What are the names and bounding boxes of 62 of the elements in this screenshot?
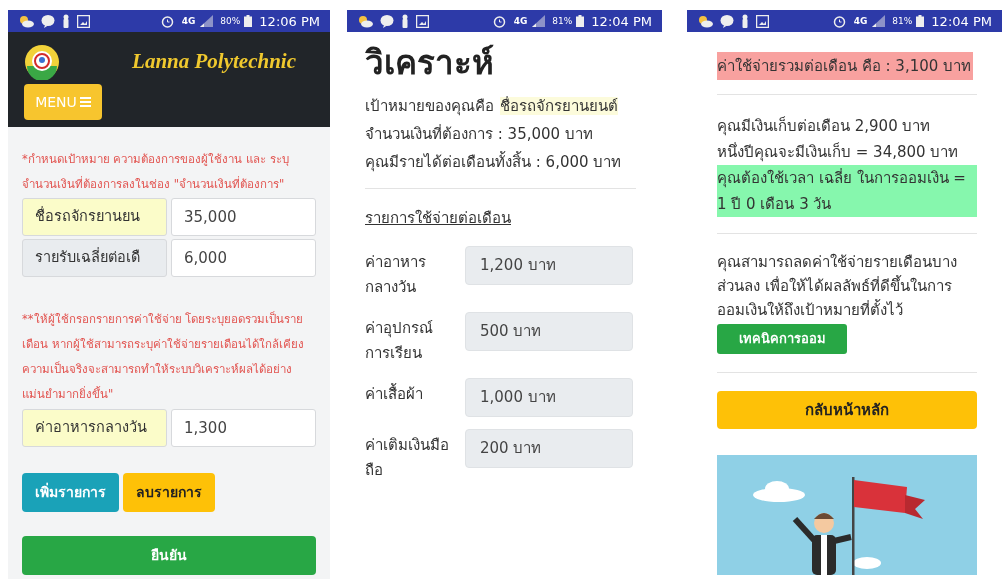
goal-label: เป้าหมายของคุณคือ <box>365 97 494 115</box>
chat-icon <box>720 14 734 28</box>
expense-field[interactable]: 500 บาท <box>465 311 633 351</box>
figure-icon <box>401 14 409 28</box>
chat-icon <box>41 14 55 28</box>
battery-icon <box>576 15 585 27</box>
time-needed-text: คุณต้องใช้เวลา เฉลี่ย ในการออมเงิน = 1 ปี 0 เดือน 3 วัน <box>717 165 977 217</box>
home-button[interactable]: กลับหน้าหลัก <box>717 391 977 429</box>
battery-percent: 81% <box>552 16 573 26</box>
income-text: คุณมีรายได้ต่อเดือนทั้งสิ้น : 6,000 บาท <box>365 150 623 174</box>
input-field[interactable]: 6,000 <box>171 239 316 277</box>
expense-field[interactable]: 1,200 บาท <box>465 245 633 285</box>
figure-icon <box>741 14 749 28</box>
instruction-text: **ให้ผู้ใช้กรอกรายการค่าใช้จ่าย โดยระบุยอดรวมเป็นรายเดือน หากผู้ใช้สามารถระบุค่าใช้จ่ายรายเดือนได้ใกล้เคียงความเป็นจริงจะสามารถทำให้ระบบวิเคราะห์ผลได้อย่างแม่นยำมากยิ่งขึ้น" <box>22 310 305 403</box>
chat-icon <box>380 14 394 28</box>
clock-time: 12:04 PM <box>931 14 992 28</box>
input-field[interactable]: 1,300 <box>171 409 316 447</box>
instruction-text: *กำหนดเป้าหมาย ความต้องการของผู้ใช้งาน และ ระบุจำนวนเงินที่ต้องการลงในช่อง "จำนวนเงินที่ต้องการ" <box>22 151 290 193</box>
input-label: รายรับเฉลี่ยต่อเดื <box>22 239 167 277</box>
input-field[interactable]: 35,000 <box>171 198 316 236</box>
battery-icon <box>244 15 253 27</box>
expense-label: ค่าเสื้อผ้า <box>365 382 424 405</box>
target-amount-text: จำนวนเงินที่ต้องการ : 35,000 บาท <box>365 123 594 145</box>
section-title: รายการใช้จ่ายต่อเดือน <box>365 208 512 229</box>
advice-text: คุณสามารถลดค่าใช้จ่ายรายเดือนบางส่วนลง เพื่อให้ได้ผลลัพธ์ที่ดีขึ้นในการออมเงินให้ถึงเป้าหมายที่ตั้งไว้ <box>717 252 958 321</box>
signal-icon <box>871 15 886 27</box>
image-icon <box>756 14 769 28</box>
expense-label: ค่าอุปกรณ์การเรียน <box>365 317 434 364</box>
network-label: 4G <box>513 16 528 26</box>
input-label: ค่าอาหารกลางวัน <box>22 409 167 447</box>
figure-icon <box>62 14 70 28</box>
battery-percent: 81% <box>892 16 913 26</box>
battery-icon <box>916 15 925 27</box>
remove-item-button[interactable]: ลบรายการ <box>123 473 215 512</box>
signal-icon <box>199 15 214 27</box>
weather-icon <box>697 14 713 28</box>
menu-icon <box>79 97 91 107</box>
alarm-icon <box>160 14 174 28</box>
battery-percent: 80% <box>220 16 241 26</box>
input-label: ชื่อรถจักรยานยน <box>22 198 167 236</box>
network-label: 4G <box>181 16 196 26</box>
weather-icon <box>18 14 34 28</box>
site-title: Lanna Polytechnic <box>132 48 296 76</box>
monthly-savings-text: คุณมีเงินเก็บต่อเดือน 2,900 บาท <box>717 115 932 138</box>
image-icon <box>77 14 90 28</box>
expense-label: ค่าอาหารกลางวัน <box>365 251 427 298</box>
goal-value: ชื่อรถจักรยานยนต์ <box>500 97 618 115</box>
expense-field[interactable]: 1,000 บาท <box>465 377 633 417</box>
weather-icon <box>357 14 373 28</box>
expense-field[interactable]: 200 บาท <box>465 428 633 468</box>
alarm-icon <box>492 14 506 28</box>
network-label: 4G <box>853 16 868 26</box>
yearly-savings-text: หนึ่งปีคุณจะมีเงินเก็บ = 34,800 บาท <box>717 141 960 164</box>
total-expense-text: ค่าใช้จ่ายรวมต่อเดือน คือ : 3,100 บาท <box>717 52 974 80</box>
logo-icon <box>24 44 60 80</box>
alarm-icon <box>832 14 846 28</box>
clock-time: 12:04 PM <box>591 14 652 28</box>
expense-label: ค่าเติมเงินมือถือ <box>365 434 450 481</box>
signal-icon <box>531 15 546 27</box>
page-heading: วิเคราะห์ <box>365 42 495 84</box>
image-icon <box>416 14 429 28</box>
clock-time: 12:06 PM <box>259 14 320 28</box>
